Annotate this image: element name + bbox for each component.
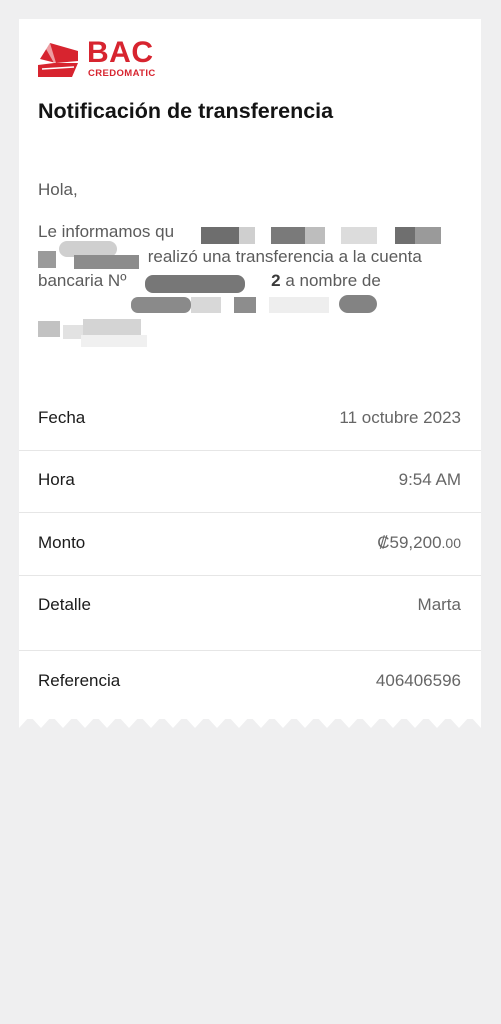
notification-card: BAC CREDOMATIC Notificación de transfere… [19, 19, 481, 719]
bac-logo-subtitle: CREDOMATIC [88, 68, 156, 79]
detail-label: Fecha [38, 408, 86, 427]
amount-cents: .00 [441, 535, 461, 551]
detail-label: Referencia [38, 671, 121, 690]
detail-row-hora: Hora 9:54 AM [19, 450, 481, 513]
detail-value: Marta [417, 595, 461, 614]
detail-label: Hora [38, 470, 75, 489]
page-title: Notificación de transferencia [38, 99, 334, 123]
detail-row-fecha: Fecha 11 octubre 2023 [19, 388, 481, 451]
detail-row-referencia: Referencia 406406596 [19, 651, 481, 713]
detail-value: 9:54 AM [398, 470, 461, 489]
account-suffix: 2 [271, 271, 281, 290]
detail-label: Detalle [38, 595, 91, 614]
greeting-text: Hola, [38, 180, 78, 199]
detail-value-amount: ₡59,200.00 [377, 532, 461, 554]
detail-value: 11 octubre 2023 [339, 408, 461, 427]
bac-logo: BAC CREDOMATIC [38, 36, 158, 81]
message-part-4: a nombre de [280, 271, 381, 290]
bac-logo-wordmark: BAC [87, 36, 154, 69]
message-part-1: Le informamos qu [38, 222, 175, 241]
detail-value: 406406596 [375, 671, 461, 690]
amount-main: ₡59,200 [377, 533, 442, 552]
detail-row-monto: Monto ₡59,200.00 [19, 513, 481, 576]
detail-row-detalle: Detalle Marta [19, 575, 481, 651]
bac-logo-mark-icon [38, 43, 78, 77]
receipt-zigzag-edge [19, 712, 481, 728]
detail-label: Monto [38, 533, 86, 552]
